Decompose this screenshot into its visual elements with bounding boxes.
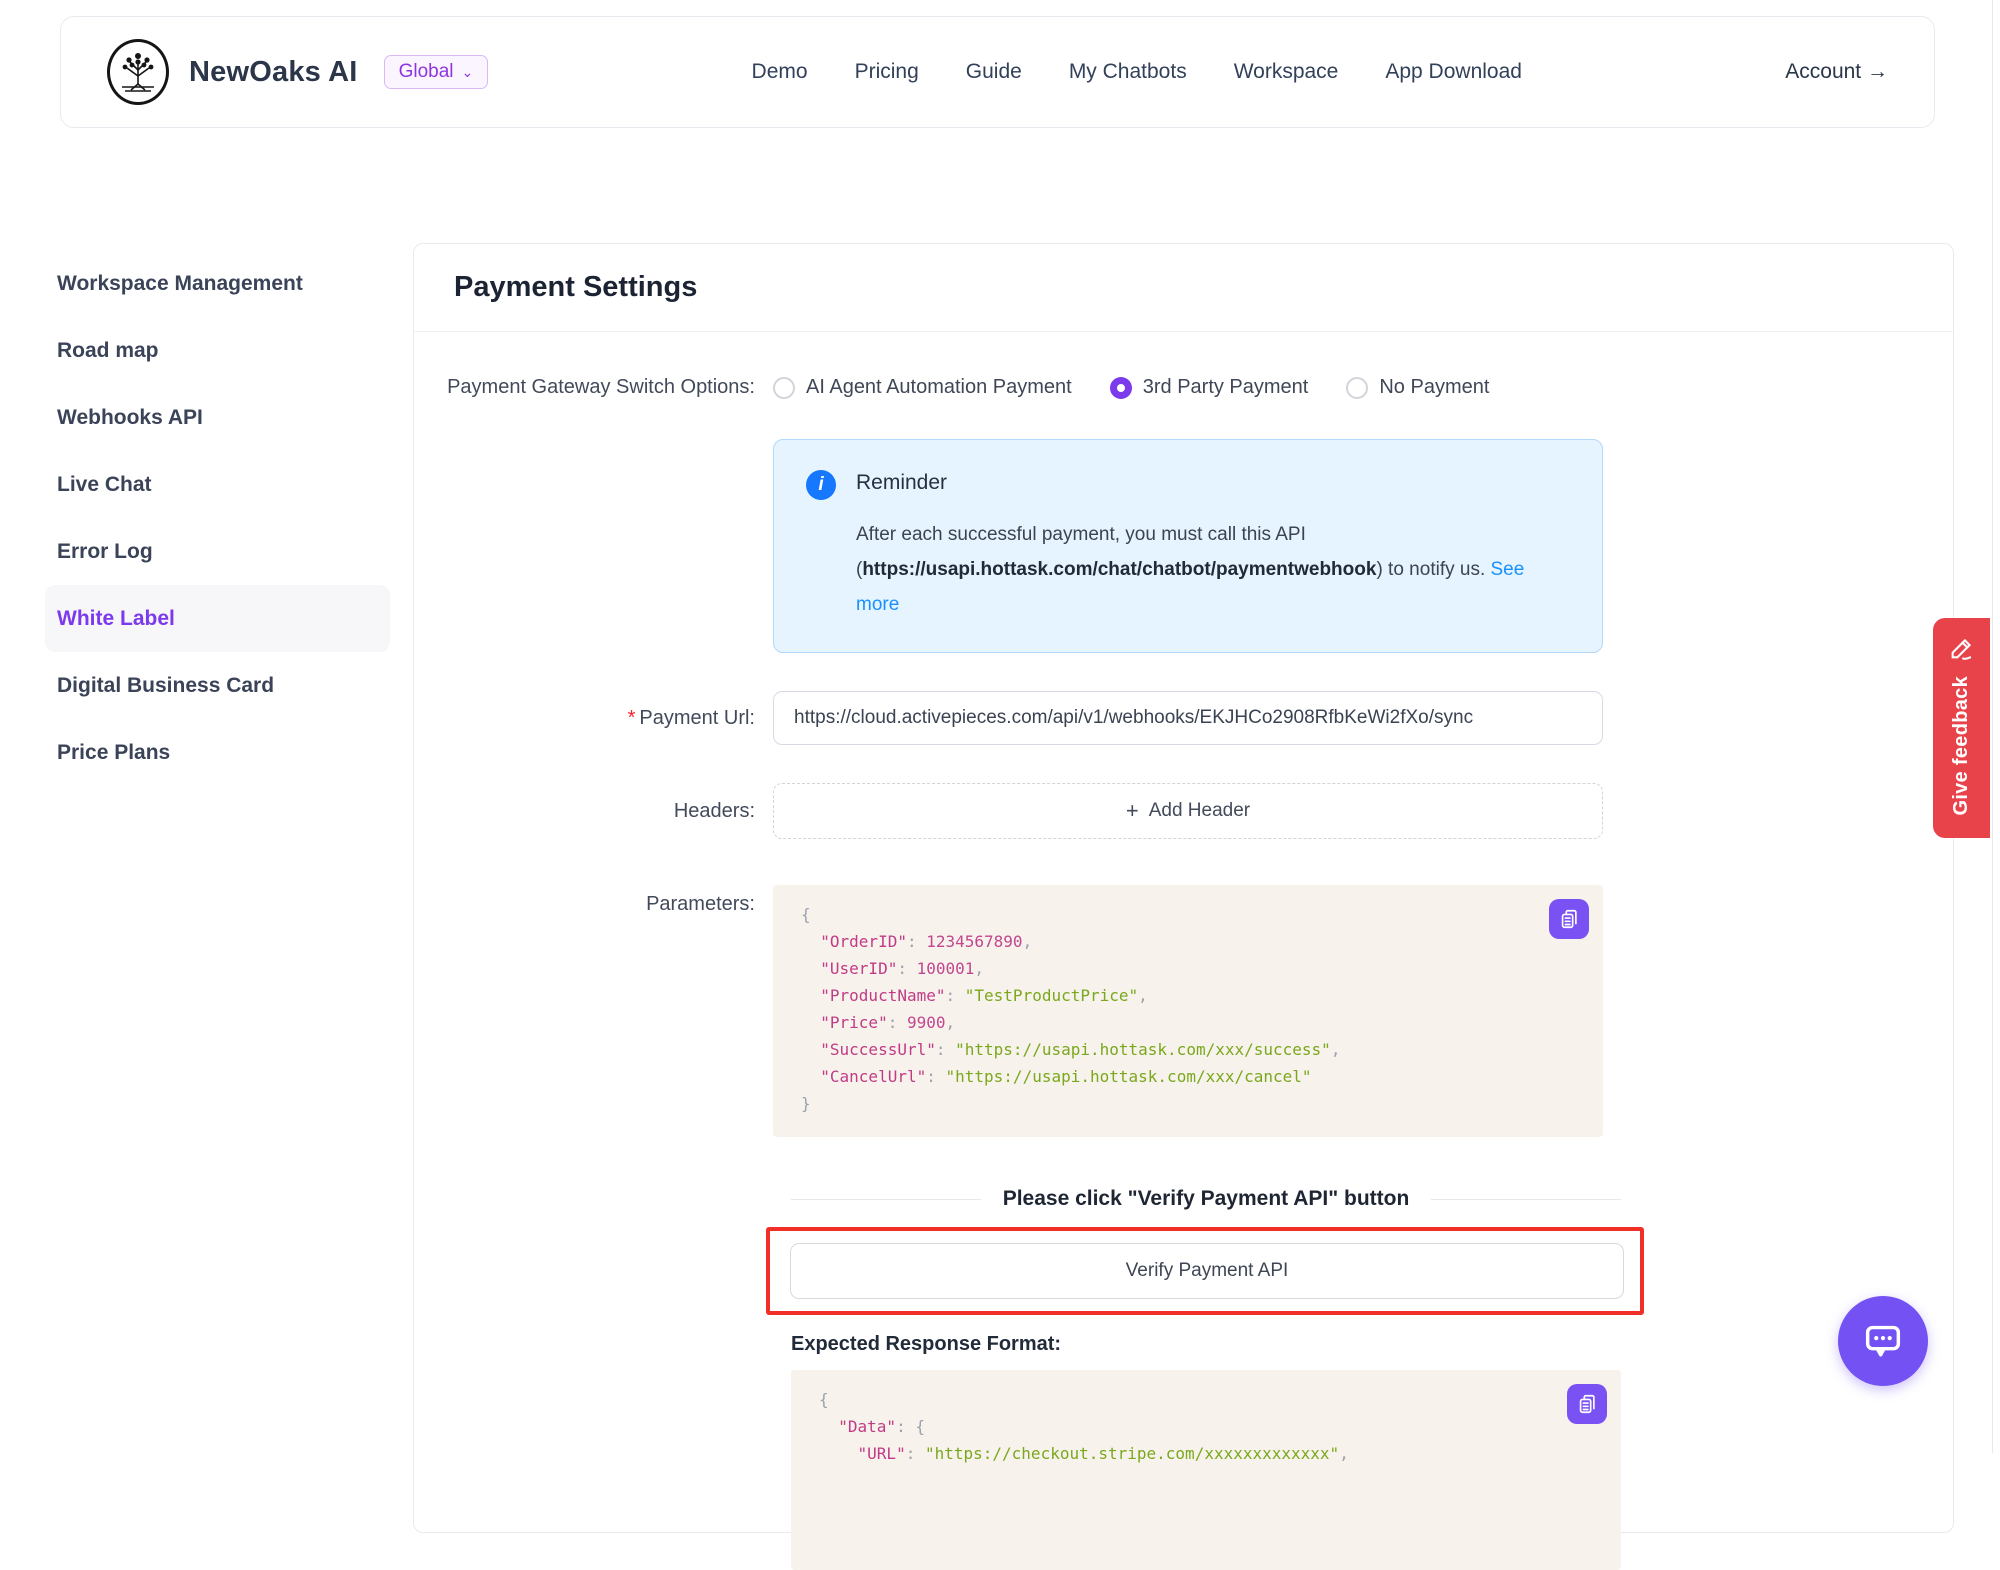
reminder-text: After each successful payment, you must … [856,517,1546,622]
payment-url-input[interactable] [773,691,1603,745]
nav-app-download[interactable]: App Download [1385,60,1522,84]
divider-line [1431,1199,1621,1200]
expected-response-row: { "Data": { "URL": "https://checkout.str… [791,1370,1953,1570]
page-title: Payment Settings [454,271,1913,304]
radio-circle-icon [1346,377,1368,399]
verify-hint-text: Please click "Verify Payment API" button [1003,1187,1410,1211]
give-feedback-label: Give feedback [1950,676,1973,816]
radio-no-payment[interactable]: No Payment [1346,376,1489,399]
gateway-options: AI Agent Automation Payment 3rd Party Pa… [773,376,1489,399]
sidebar-item-live-chat[interactable]: Live Chat [45,451,390,518]
region-selector[interactable]: Global ⌄ [384,55,489,89]
red-highlight-annotation: Verify Payment API [766,1227,1644,1315]
chat-widget-button[interactable] [1838,1296,1928,1386]
headers-label: Headers: [414,800,773,823]
sidebar-item-white-label[interactable]: White Label [45,585,390,652]
panel-header: Payment Settings [414,244,1953,332]
account-link[interactable]: Account → [1785,60,1888,84]
copy-icon[interactable] [1567,1384,1607,1424]
sidebar-item-digital-business-card[interactable]: Digital Business Card [45,652,390,719]
chevron-down-icon: ⌄ [461,64,473,81]
sidebar-item-workspace-management[interactable]: Workspace Management [45,250,390,317]
settings-sidebar: Workspace Management Road map Webhooks A… [45,250,390,786]
newoaks-logo-icon [107,39,169,105]
expected-response-json: { "Data": { "URL": "https://checkout.str… [819,1386,1593,1467]
parameters-label: Parameters: [414,885,773,916]
nav-pricing[interactable]: Pricing [855,60,919,84]
nav-my-chatbots[interactable]: My Chatbots [1069,60,1187,84]
reminder-row: i Reminder After each successful payment… [414,439,1953,653]
parameters-row: Parameters: { "OrderID": 1234567890, "Us… [414,885,1953,1137]
main-nav: Demo Pricing Guide My Chatbots Workspace… [752,60,1522,84]
plus-icon: + [1126,798,1139,824]
pencil-icon [1948,634,1976,662]
sidebar-item-error-log[interactable]: Error Log [45,518,390,585]
radio-3rd-party-payment[interactable]: 3rd Party Payment [1110,376,1309,399]
expected-response-code-block: { "Data": { "URL": "https://checkout.str… [791,1370,1621,1570]
required-asterisk: * [628,707,636,729]
verify-hint-divider: Please click "Verify Payment API" button [791,1187,1621,1211]
payment-settings-panel: Payment Settings Payment Gateway Switch … [413,243,1954,1533]
page: { "header": { "brand": "NewOaks AI", "re… [0,0,2000,1453]
radio-ai-agent-automation-payment[interactable]: AI Agent Automation Payment [773,376,1072,399]
verify-payment-api-button[interactable]: Verify Payment API [790,1243,1624,1299]
nav-guide[interactable]: Guide [966,60,1022,84]
payment-url-row: *Payment Url: [414,691,1953,745]
reminder-title: Reminder [856,471,1546,495]
copy-icon[interactable] [1549,899,1589,939]
nav-demo[interactable]: Demo [752,60,808,84]
sidebar-item-road-map[interactable]: Road map [45,317,390,384]
payment-url-label: *Payment Url: [414,707,773,730]
info-icon: i [806,470,836,500]
sidebar-item-price-plans[interactable]: Price Plans [45,719,390,786]
expected-response-heading: Expected Response Format: [791,1333,1953,1356]
add-header-button[interactable]: + Add Header [773,783,1603,839]
top-navigation-bar: NewOaks AI Global ⌄ Demo Pricing Guide M… [60,16,1935,128]
radio-circle-icon [773,377,795,399]
radio-circle-icon [1110,377,1132,399]
brand-name: NewOaks AI [189,56,358,89]
parameters-json: { "OrderID": 1234567890, "UserID": 10000… [801,901,1575,1117]
reminder-alert: i Reminder After each successful payment… [773,439,1603,653]
divider-line [791,1199,981,1200]
headers-row: Headers: + Add Header [414,783,1953,839]
chat-bubble-icon [1860,1318,1906,1364]
gateway-switch-label: Payment Gateway Switch Options: [414,376,773,399]
scrollbar[interactable] [1992,0,1993,1453]
nav-workspace[interactable]: Workspace [1234,60,1339,84]
api-url: https://usapi.hottask.com/chat/chatbot/p… [862,559,1376,580]
sidebar-item-webhooks-api[interactable]: Webhooks API [45,384,390,451]
gateway-switch-row: Payment Gateway Switch Options: AI Agent… [414,376,1953,399]
brand[interactable]: NewOaks AI Global ⌄ [107,39,488,105]
give-feedback-tab[interactable]: Give feedback [1933,618,1990,838]
parameters-code-block: { "OrderID": 1234567890, "UserID": 10000… [773,885,1603,1137]
region-label: Global [399,61,454,83]
